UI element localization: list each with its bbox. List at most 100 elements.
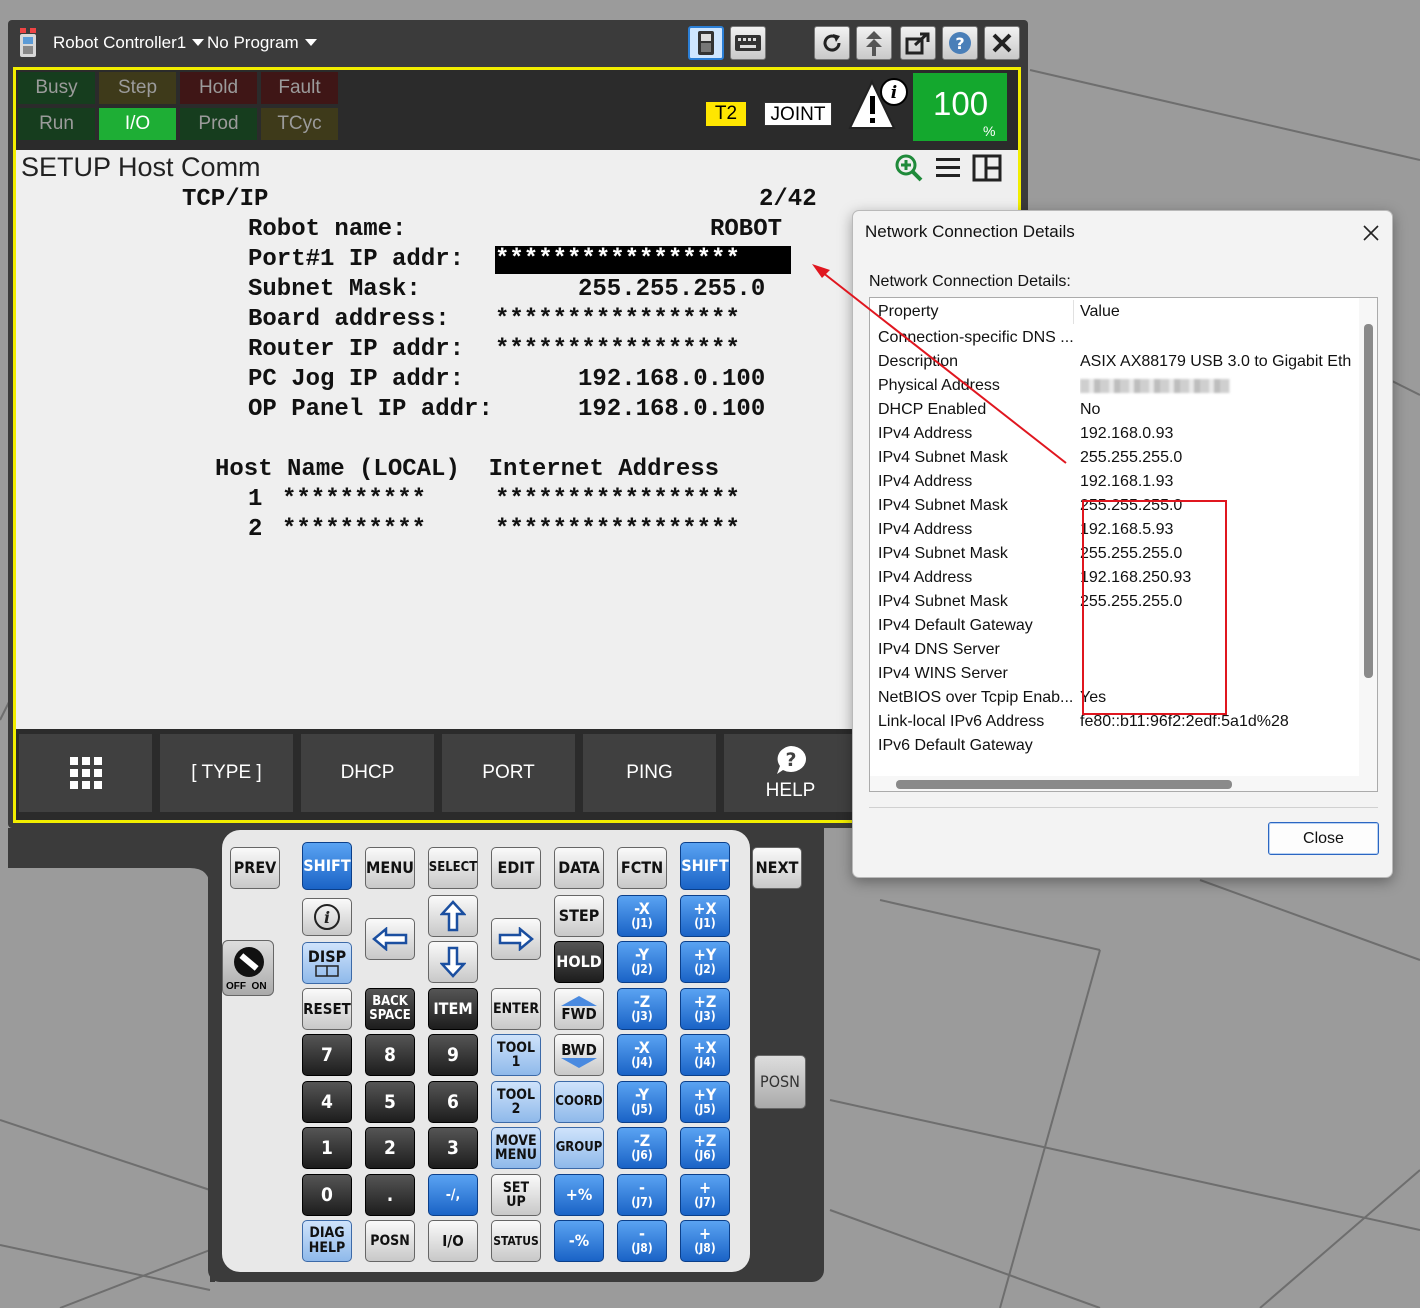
column-header-value[interactable]: Value [1080, 300, 1356, 324]
jog-plus-j7-key[interactable]: + (J7) [680, 1174, 730, 1216]
dialog-close-x-button[interactable] [1353, 215, 1389, 251]
item-key[interactable]: ITEM [428, 988, 478, 1030]
edit-key[interactable]: EDIT [491, 847, 541, 889]
group-key[interactable]: GROUP [554, 1127, 604, 1169]
jog-plus-j6-key[interactable]: +Z (J6) [680, 1127, 730, 1169]
set-up-key[interactable]: SET UP [491, 1174, 541, 1216]
jog-plus-j1-key[interactable]: +X (J1) [680, 895, 730, 937]
program-selector[interactable]: No Program [207, 33, 317, 53]
f2-dhcp-button[interactable]: DHCP [301, 734, 434, 812]
key-7[interactable]: 7 [302, 1034, 352, 1076]
host-row-address[interactable]: ***************** [495, 516, 740, 544]
speed-down-key[interactable]: -% [554, 1220, 604, 1262]
refresh-button[interactable] [814, 26, 850, 60]
help-button[interactable]: ? [942, 26, 978, 60]
router-ip-value[interactable]: ***************** [495, 336, 740, 364]
hold-key[interactable]: HOLD [554, 941, 604, 983]
pc-jog-ip-value[interactable]: 192.168.0.100 [578, 366, 765, 394]
key-dot[interactable]: . [365, 1174, 415, 1216]
minus-comma-key[interactable]: -/, [428, 1174, 478, 1216]
jog-minus-j4-key[interactable]: -X (J4) [617, 1034, 667, 1076]
move-menu-key[interactable]: MOVE MENU [491, 1127, 541, 1169]
external-link-button[interactable] [900, 26, 936, 60]
zoom-in-icon[interactable] [894, 153, 924, 183]
shift-right-key[interactable]: SHIFT [680, 842, 730, 890]
step-key[interactable]: STEP [554, 895, 604, 937]
bwd-key[interactable]: BWD [554, 1034, 604, 1076]
port1-ip-value[interactable]: ***************** [495, 246, 791, 274]
tool1-key[interactable]: TOOL 1 [491, 1034, 541, 1076]
host-row-name[interactable]: ********** [282, 516, 426, 544]
shift-left-key[interactable]: SHIFT [302, 842, 352, 890]
f5-help-button[interactable]: ? HELP [724, 734, 857, 812]
diag-help-key[interactable]: DIAG HELP [302, 1220, 352, 1262]
list-item[interactable]: IPv4 Address 192.168.1.93 [878, 470, 1358, 494]
reset-key[interactable]: RESET [302, 988, 352, 1030]
jog-minus-j7-key[interactable]: - (J7) [617, 1174, 667, 1216]
enable-switch[interactable]: OFF ON [222, 940, 274, 996]
subnet-mask-value[interactable]: 255.255.255.0 [578, 276, 765, 304]
posn-key[interactable]: POSN [365, 1220, 415, 1262]
host-row-name[interactable]: ********** [282, 486, 426, 514]
jog-mode-button[interactable] [856, 26, 892, 60]
data-key[interactable]: DATA [554, 847, 604, 889]
horizontal-scrollbar[interactable] [870, 776, 1377, 791]
jog-plus-j2-key[interactable]: +Y (J2) [680, 941, 730, 983]
jog-minus-j5-key[interactable]: -Y (J5) [617, 1081, 667, 1123]
jog-minus-j8-key[interactable]: - (J8) [617, 1220, 667, 1262]
jog-minus-j6-key[interactable]: -Z (J6) [617, 1127, 667, 1169]
key-9[interactable]: 9 [428, 1034, 478, 1076]
right-arrow-key[interactable] [491, 918, 541, 960]
key-4[interactable]: 4 [302, 1081, 352, 1123]
up-arrow-key[interactable] [428, 895, 478, 937]
list-item[interactable]: IPv6 Default Gateway [878, 734, 1358, 758]
controller-selector[interactable]: Robot Controller1 [53, 33, 205, 53]
app-grid-button[interactable] [19, 734, 152, 812]
close-button[interactable]: Close [1268, 822, 1379, 855]
list-item[interactable]: IPv4 Address 192.168.0.93 [878, 422, 1358, 446]
io-key[interactable]: I/O [428, 1220, 478, 1262]
list-item[interactable]: Physical Address [878, 374, 1358, 398]
board-address-value[interactable]: ***************** [495, 306, 740, 334]
list-item[interactable]: Description ASIX AX88179 USB 3.0 to Gigab… [878, 350, 1358, 374]
coord-key[interactable]: COORD [554, 1081, 604, 1123]
jog-plus-j8-key[interactable]: + (J8) [680, 1220, 730, 1262]
split-screen-icon[interactable] [972, 154, 1002, 182]
op-panel-ip-value[interactable]: 192.168.0.100 [578, 396, 765, 424]
column-separator[interactable] [1073, 300, 1074, 324]
down-arrow-key[interactable] [428, 941, 478, 983]
speed-up-key[interactable]: +% [554, 1174, 604, 1216]
disp-key[interactable]: DISP [302, 942, 352, 984]
f4-ping-button[interactable]: PING [583, 734, 716, 812]
list-item[interactable]: IPv4 Subnet Mask 255.255.255.0 [878, 446, 1358, 470]
jog-minus-j2-key[interactable]: -Y (J2) [617, 941, 667, 983]
jog-minus-j3-key[interactable]: -Z (J3) [617, 988, 667, 1030]
column-header-property[interactable]: Property [878, 300, 1074, 324]
key-8[interactable]: 8 [365, 1034, 415, 1076]
back-space-key[interactable]: BACK SPACE [365, 988, 415, 1030]
horizontal-scroll-thumb[interactable] [896, 780, 1232, 789]
robot-name-value[interactable]: ROBOT [710, 216, 782, 244]
prev-key[interactable]: PREV [230, 847, 280, 889]
jog-minus-j1-key[interactable]: -X (J1) [617, 895, 667, 937]
close-pendant-button[interactable] [984, 26, 1020, 60]
host-row-address[interactable]: ***************** [495, 486, 740, 514]
posn-side-button[interactable]: POSN [754, 1055, 806, 1109]
key-2[interactable]: 2 [365, 1127, 415, 1169]
f3-port-button[interactable]: PORT [442, 734, 575, 812]
info-key[interactable]: i [302, 898, 352, 936]
override-speed[interactable]: 100 % [913, 73, 1007, 141]
status-key[interactable]: STATUS [491, 1220, 541, 1262]
keyboard-button[interactable] [730, 26, 766, 60]
alarm-info-icon[interactable]: i [848, 76, 910, 132]
jog-plus-j4-key[interactable]: +X (J4) [680, 1034, 730, 1076]
vertical-scrollbar[interactable] [1359, 298, 1377, 776]
f1-type-button[interactable]: [ TYPE ] [160, 734, 293, 812]
pendant-view-button[interactable] [688, 26, 724, 60]
tool2-key[interactable]: TOOL 2 [491, 1081, 541, 1123]
jog-plus-j3-key[interactable]: +Z (J3) [680, 988, 730, 1030]
key-3[interactable]: 3 [428, 1127, 478, 1169]
key-5[interactable]: 5 [365, 1081, 415, 1123]
list-item[interactable]: Connection-specific DNS ... [878, 326, 1358, 350]
details-list[interactable]: Property Value Connection-specific DNS .… [869, 297, 1378, 792]
